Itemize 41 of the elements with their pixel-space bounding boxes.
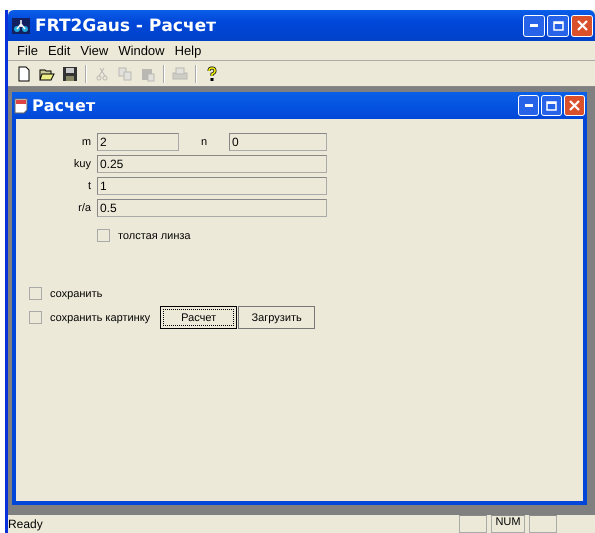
checkbox[interactable] xyxy=(29,311,42,324)
checkbox[interactable] xyxy=(97,229,110,242)
minimize-button[interactable] xyxy=(523,14,545,36)
document-icon xyxy=(14,98,28,114)
close-button[interactable] xyxy=(564,95,585,116)
field-label: t xyxy=(86,180,91,192)
minimize-icon xyxy=(524,104,532,108)
input-field[interactable]: 0.5 xyxy=(97,199,327,217)
menu-item[interactable]: Help xyxy=(170,43,206,58)
menu-item[interactable]: View xyxy=(75,43,114,58)
input-field[interactable]: 0 xyxy=(229,133,327,151)
maximize-button[interactable] xyxy=(541,95,562,116)
close-icon xyxy=(576,20,588,31)
maximize-icon xyxy=(552,20,564,30)
status-pane: NUM xyxy=(491,515,525,533)
minimize-button[interactable] xyxy=(518,95,539,116)
window-title: FRT2Gaus - Расчет xyxy=(35,16,217,36)
maximize-icon xyxy=(546,100,557,110)
menu-item[interactable]: Window xyxy=(113,43,170,58)
input-field[interactable]: 1 xyxy=(97,177,327,195)
field-label: r/a xyxy=(77,202,91,214)
child-window-title: Расчет xyxy=(32,96,96,115)
status-text: Ready xyxy=(8,517,44,531)
checkbox-label: сохранить xyxy=(50,288,102,300)
menu-item[interactable]: File xyxy=(12,43,43,58)
input-field[interactable]: 0.25 xyxy=(97,155,327,173)
input-field[interactable]: 2 xyxy=(97,133,179,151)
checkbox[interactable] xyxy=(29,287,42,300)
push-button[interactable]: Загрузить xyxy=(238,306,316,329)
app-icon xyxy=(12,18,30,34)
maximize-button[interactable] xyxy=(547,14,569,36)
menu-item[interactable]: Edit xyxy=(42,43,76,58)
close-icon xyxy=(569,100,580,111)
minimize-icon xyxy=(530,24,538,28)
checkbox-label: сохранить картинку xyxy=(50,312,150,324)
close-button[interactable] xyxy=(571,14,593,36)
field-label: kuy xyxy=(72,158,91,170)
push-button[interactable]: Расчет xyxy=(160,306,238,329)
checkbox-label: толстая линза xyxy=(118,230,191,242)
field-label: m xyxy=(80,136,91,148)
field-label: n xyxy=(200,136,208,148)
